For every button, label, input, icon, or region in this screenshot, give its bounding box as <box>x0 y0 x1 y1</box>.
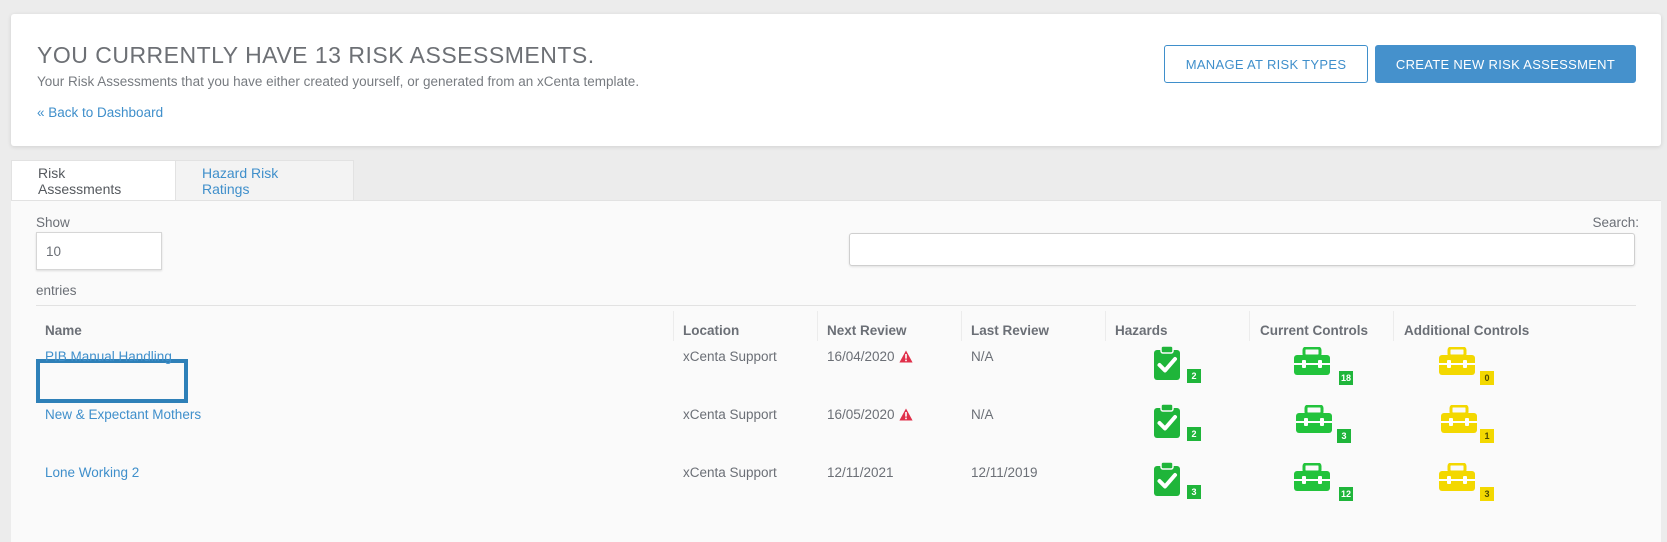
clipboard-check-icon <box>1154 403 1180 438</box>
current-controls-indicator[interactable]: 12 <box>1293 463 1353 501</box>
column-divider <box>1249 311 1250 341</box>
next-review-date: 12/11/2021 <box>827 465 894 480</box>
next-review-cell: 16/04/2020 <box>827 349 913 364</box>
hazards-count: 2 <box>1187 427 1201 441</box>
additional-controls-count: 3 <box>1480 487 1494 501</box>
last-review-cell: N/A <box>971 349 994 364</box>
column-header-last-review[interactable]: Last Review <box>971 323 1049 338</box>
current-controls-count: 12 <box>1338 487 1353 501</box>
last-review-cell: N/A <box>971 407 994 422</box>
last-review-cell: 12/11/2019 <box>971 465 1038 480</box>
risk-assessment-link[interactable]: PIB Manual Handling <box>45 349 172 364</box>
location-cell: xCenta Support <box>683 349 777 364</box>
risk-assessment-link[interactable]: Lone Working 2 <box>45 465 139 480</box>
warning-triangle-icon <box>898 408 913 421</box>
additional-controls-indicator[interactable]: 3 <box>1438 463 1494 501</box>
entries-label: entries <box>36 283 77 298</box>
location-cell: xCenta Support <box>683 465 777 480</box>
tab-bar: Risk Assessments Hazard Risk Ratings <box>11 160 354 201</box>
column-header-current-controls[interactable]: Current Controls <box>1260 323 1368 338</box>
hazards-indicator[interactable]: 3 <box>1153 461 1201 499</box>
column-divider <box>817 311 818 341</box>
column-divider <box>1393 311 1394 341</box>
next-review-cell: 16/05/2020 <box>827 407 913 422</box>
next-review-date: 16/05/2020 <box>827 407 895 422</box>
additional-controls-count: 0 <box>1480 371 1494 385</box>
next-review-date: 16/04/2020 <box>827 349 895 364</box>
entries-per-page-select[interactable]: 10 <box>36 232 162 270</box>
column-header-name[interactable]: Name <box>45 323 82 338</box>
toolbox-icon <box>1439 463 1475 491</box>
location-cell: xCenta Support <box>683 407 777 422</box>
hazards-count: 3 <box>1187 485 1201 499</box>
tab-risk-assessments[interactable]: Risk Assessments <box>11 160 176 201</box>
additional-controls-count: 1 <box>1480 429 1494 443</box>
hazards-indicator[interactable]: 2 <box>1153 345 1201 383</box>
additional-controls-indicator[interactable]: 0 <box>1438 347 1494 385</box>
risk-assessment-link[interactable]: New & Expectant Mothers <box>45 407 201 422</box>
toolbox-icon <box>1296 405 1332 433</box>
toolbox-icon <box>1439 347 1475 375</box>
toolbox-icon <box>1294 347 1330 375</box>
table-panel: Show 10 entries Search: Name Location Ne… <box>11 200 1661 542</box>
current-controls-count: 3 <box>1337 429 1351 443</box>
toolbox-icon <box>1294 463 1330 491</box>
current-controls-indicator[interactable]: 3 <box>1295 405 1351 443</box>
next-review-cell: 12/11/2021 <box>827 465 894 480</box>
clipboard-check-icon <box>1154 345 1180 380</box>
manage-at-risk-types-button[interactable]: MANAGE AT RISK TYPES <box>1164 45 1368 83</box>
column-divider <box>961 311 962 341</box>
column-header-next-review[interactable]: Next Review <box>827 323 907 338</box>
table-divider <box>36 305 1636 306</box>
create-risk-assessment-button[interactable]: CREATE NEW RISK ASSESSMENT <box>1375 45 1636 83</box>
show-label: Show <box>36 215 70 230</box>
hazards-count: 2 <box>1187 369 1201 383</box>
toolbox-icon <box>1441 405 1477 433</box>
clipboard-check-icon <box>1154 461 1180 496</box>
focus-outline <box>36 359 188 403</box>
additional-controls-indicator[interactable]: 1 <box>1440 405 1494 443</box>
column-divider <box>673 311 674 341</box>
column-header-hazards[interactable]: Hazards <box>1115 323 1168 338</box>
search-input[interactable] <box>849 233 1635 266</box>
header-card: YOU CURRENTLY HAVE 13 RISK ASSESSMENTS. … <box>11 14 1661 146</box>
column-header-additional-controls[interactable]: Additional Controls <box>1404 323 1529 338</box>
hazards-indicator[interactable]: 2 <box>1153 403 1201 441</box>
tab-hazard-risk-ratings[interactable]: Hazard Risk Ratings <box>176 160 354 201</box>
page-subtitle: Your Risk Assessments that you have eith… <box>37 74 640 89</box>
search-label: Search: <box>1592 215 1639 230</box>
current-controls-count: 18 <box>1338 371 1353 385</box>
page-title: YOU CURRENTLY HAVE 13 RISK ASSESSMENTS. <box>37 42 595 68</box>
warning-triangle-icon <box>898 350 913 363</box>
column-header-location[interactable]: Location <box>683 323 739 338</box>
column-divider <box>1105 311 1106 341</box>
current-controls-indicator[interactable]: 18 <box>1293 347 1353 385</box>
back-to-dashboard-link[interactable]: « Back to Dashboard <box>37 105 163 120</box>
